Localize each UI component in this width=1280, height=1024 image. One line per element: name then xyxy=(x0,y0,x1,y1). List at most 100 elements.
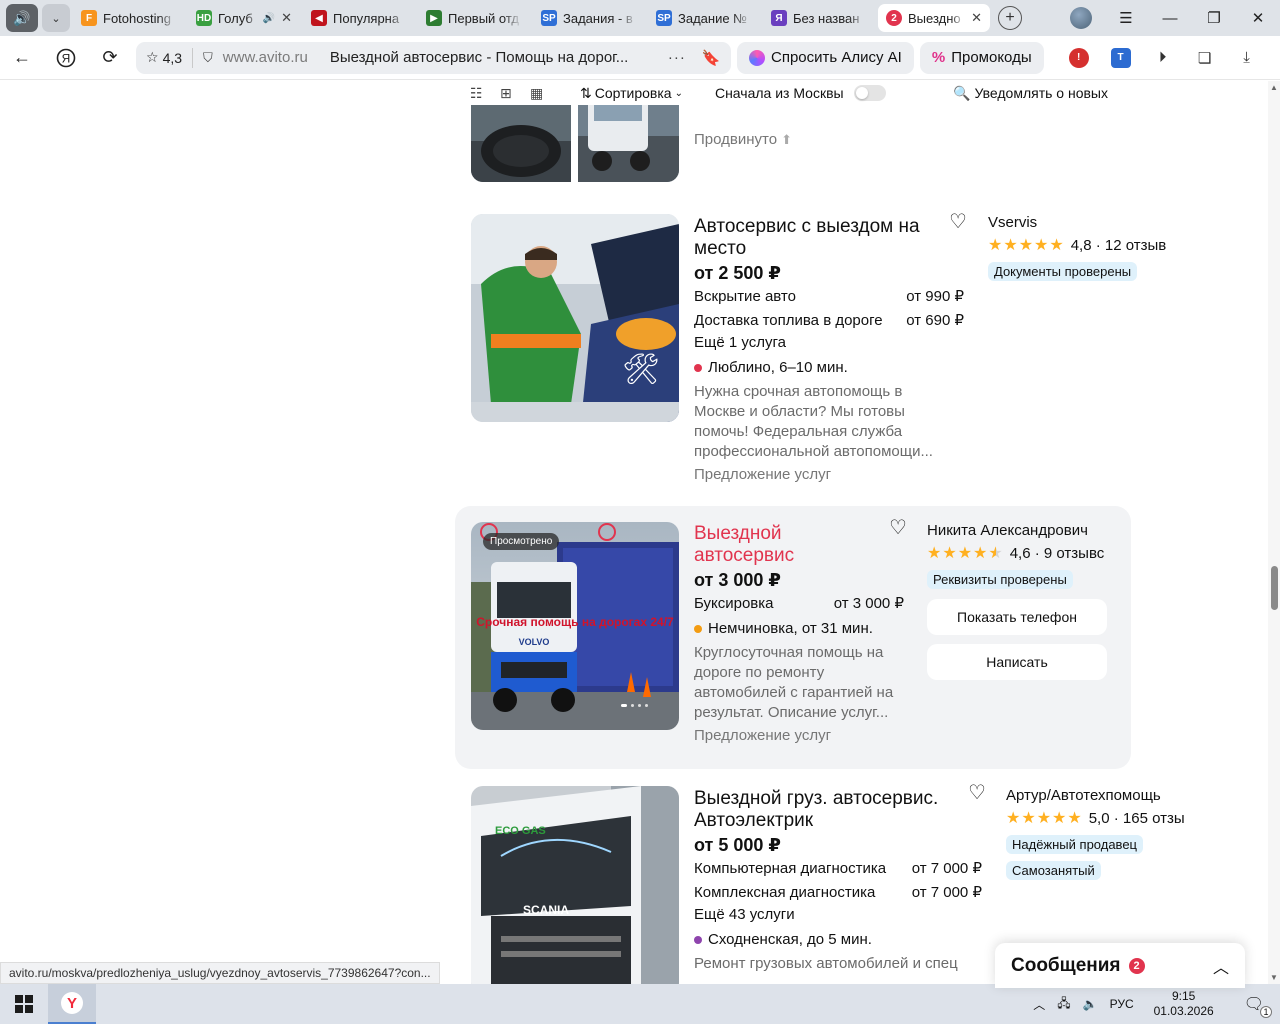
language-indicator[interactable]: РУС xyxy=(1104,997,1140,1011)
browser-tab[interactable]: 2 Выездно ✕ xyxy=(878,4,990,32)
listing-title[interactable]: Автосервис с выездом на место xyxy=(694,216,929,260)
seller-name[interactable]: Vservis xyxy=(988,214,1166,231)
extension-shield-button[interactable]: ! xyxy=(1058,36,1100,80)
listing-photo[interactable]: ECO GAS SCANIA xyxy=(471,786,679,984)
network-icon[interactable]: 🖧 xyxy=(1051,994,1076,1015)
photo-caption-2: ECO GAS xyxy=(495,825,546,837)
minimize-button[interactable]: — xyxy=(1148,0,1192,36)
media-button[interactable]: ⏵ xyxy=(1142,36,1184,80)
chevron-up-icon[interactable]: ︿ xyxy=(1213,954,1229,978)
seller-rating[interactable]: ★★★★★ 5,0 · 165 отзы xyxy=(1006,808,1185,828)
more-services-link[interactable]: Ещё 1 услуга xyxy=(694,332,964,354)
browser-tab[interactable]: ◀ Популярна xyxy=(303,4,415,32)
tray-expand-icon[interactable]: ︿ xyxy=(1027,996,1051,1013)
listing-photo[interactable]: VOLVO Срочная помощь на дорогах 24/7 Про… xyxy=(471,522,679,730)
messages-widget[interactable]: Сообщения 2 ︿ xyxy=(995,943,1245,988)
menu-button[interactable]: ☰ xyxy=(1104,0,1148,36)
browser-tab[interactable]: SP Задание № xyxy=(648,4,760,32)
listing-card-viewed[interactable]: VOLVO Срочная помощь на дорогах 24/7 Про… xyxy=(455,506,1131,769)
toggle-switch[interactable] xyxy=(853,85,886,101)
map-view-icon[interactable]: ▦ xyxy=(530,85,552,102)
moscow-first-toggle[interactable]: Сначала из Москвы xyxy=(715,85,886,101)
extension-translate-button[interactable]: T xyxy=(1100,36,1142,80)
restore-button[interactable]: ❐ xyxy=(1192,0,1236,36)
tab-close-icon[interactable]: ✕ xyxy=(281,10,292,26)
browser-tab[interactable]: F Fotohosting xyxy=(73,4,185,32)
tab-close-icon[interactable]: ✕ xyxy=(971,10,982,26)
omnibox[interactable]: ☆ 4,3 ⛉ www.avito.ru Выездной автосервис… xyxy=(136,41,731,74)
listing-location: Немчиновка, от 31 мин. xyxy=(694,620,904,637)
sort-label: Сортировка xyxy=(594,85,672,101)
ask-alice-button[interactable]: Спросить Алису AI xyxy=(737,41,914,74)
grid-view-icon[interactable]: ⊞ xyxy=(500,85,522,102)
more-services-link[interactable]: Ещё 43 услуги xyxy=(694,904,984,926)
tab-title: Без назван xyxy=(793,10,860,26)
volume-icon[interactable]: 🔈 xyxy=(1077,997,1104,1011)
seller-rating[interactable]: ★★★★★ 4,8 · 12 отзыв xyxy=(988,235,1166,255)
svg-text:🛠: 🛠 xyxy=(622,352,660,387)
promoted-text: Продвинуто xyxy=(694,131,778,148)
collections-button[interactable]: ❏ xyxy=(1184,36,1226,80)
service-name: Компьютерная диагностика xyxy=(694,860,887,877)
tab-sound-icon[interactable]: 🔊 xyxy=(263,13,275,24)
seller-rating[interactable]: ★★★★★ 4,6 · 9 отзывс xyxy=(927,543,1111,563)
browser-tab[interactable]: ▶ Первый отд xyxy=(418,4,530,32)
photo-caption: Срочная помощь на дорогах 24/7 xyxy=(476,615,674,629)
services-list: Вскрытие авто от 990 ₽ Доставка топлива в … xyxy=(694,286,964,332)
sort-dropdown[interactable]: ⇅ Сортировка ⌄ xyxy=(580,85,683,102)
seller-name[interactable]: Артур/Автотехпомощь xyxy=(1006,787,1185,804)
promo-button[interactable]: % Промокоды xyxy=(919,41,1044,74)
show-phone-button[interactable]: Показать телефон xyxy=(927,599,1107,635)
chevron-down-icon: ⌄ xyxy=(674,87,683,99)
start-button[interactable] xyxy=(0,984,48,1024)
notify-button[interactable]: 🔍 Уведомлять о новых xyxy=(953,85,1108,102)
arrow-left-icon: ← xyxy=(13,47,31,67)
listing-card[interactable]: 🛠 Автосервис с выездом на место от 2 500… xyxy=(455,199,1166,489)
listing-price: от 3 000 ₽ xyxy=(694,570,781,590)
sidebar-toggle-button[interactable]: 🔊 xyxy=(6,4,38,32)
profile-avatar[interactable] xyxy=(1070,7,1092,29)
seller-badges: Надёжный продавец Самозанятый xyxy=(1006,828,1185,880)
clock[interactable]: 9:15 01.03.2026 xyxy=(1140,989,1228,1019)
back-button[interactable]: ← xyxy=(0,36,44,80)
service-name: Вскрытие авто xyxy=(694,288,796,305)
collections-icon: ❏ xyxy=(1197,49,1212,67)
yandex-button[interactable]: Я xyxy=(44,36,88,80)
close-window-button[interactable]: ✕ xyxy=(1236,0,1280,36)
reload-button[interactable]: ⟳ xyxy=(88,36,132,80)
service-name: Доставка топлива в дороге xyxy=(694,312,883,329)
scroll-down-arrow-icon[interactable]: ▼ xyxy=(1270,973,1278,982)
seller-name[interactable]: Никита Александрович xyxy=(927,522,1111,539)
notify-label: Уведомлять о новых xyxy=(974,85,1109,101)
scrollbar-thumb[interactable] xyxy=(1271,566,1278,610)
tabs-menu-button[interactable]: ⌄ xyxy=(42,4,70,32)
browser-tab[interactable]: HD Голуб 🔊 ✕ xyxy=(188,4,300,32)
seller-block: Артур/Автотехпомощь ★★★★★ 5,0 · 165 отзы… xyxy=(1006,787,1185,880)
new-tab-button[interactable]: + xyxy=(998,6,1022,30)
bookmark-icon[interactable]: 🔖 xyxy=(702,49,721,67)
page-scrollbar[interactable]: ▲ ▼ xyxy=(1268,81,1280,984)
favorite-heart-icon[interactable]: ♡ xyxy=(968,780,986,805)
more-dots-icon[interactable]: ··· xyxy=(668,49,686,66)
list-view-icon[interactable]: ☷ xyxy=(470,85,492,102)
url-page-title[interactable]: Выездной автосервис - Помощь на дорог... xyxy=(330,49,640,66)
scroll-up-arrow-icon[interactable]: ▲ xyxy=(1270,83,1278,92)
listing-title[interactable]: Выездной груз. автосервис. Автоэлектрик xyxy=(694,788,954,832)
listing-photo[interactable]: 🛠 xyxy=(471,214,679,422)
notifications-button[interactable]: 🗨 1 xyxy=(1228,994,1280,1018)
shield-icon[interactable]: ⛉ xyxy=(203,50,213,66)
downloads-button[interactable]: ⤓ xyxy=(1226,36,1268,80)
browser-tab[interactable]: Я Без назван xyxy=(763,4,875,32)
metro-dot-icon xyxy=(694,935,702,944)
write-message-button[interactable]: Написать xyxy=(927,644,1107,680)
service-row: Комплексная диагностика от 7 000 ₽ xyxy=(694,882,982,904)
favorite-heart-icon[interactable]: ♡ xyxy=(889,515,907,540)
favorite-heart-icon[interactable]: ♡ xyxy=(949,209,967,234)
url-domain[interactable]: www.avito.ru xyxy=(223,49,308,66)
seller-block: Vservis ★★★★★ 4,8 · 12 отзыв Документы п… xyxy=(988,214,1166,281)
listing-title[interactable]: Выездной автосервис xyxy=(694,523,854,567)
bell-search-icon: 🔍 xyxy=(953,84,971,101)
browser-tab[interactable]: SP Задания - в xyxy=(533,4,645,32)
site-rating[interactable]: ☆ 4,3 xyxy=(146,47,194,68)
taskbar-yandex-browser[interactable]: Y xyxy=(48,984,96,1024)
